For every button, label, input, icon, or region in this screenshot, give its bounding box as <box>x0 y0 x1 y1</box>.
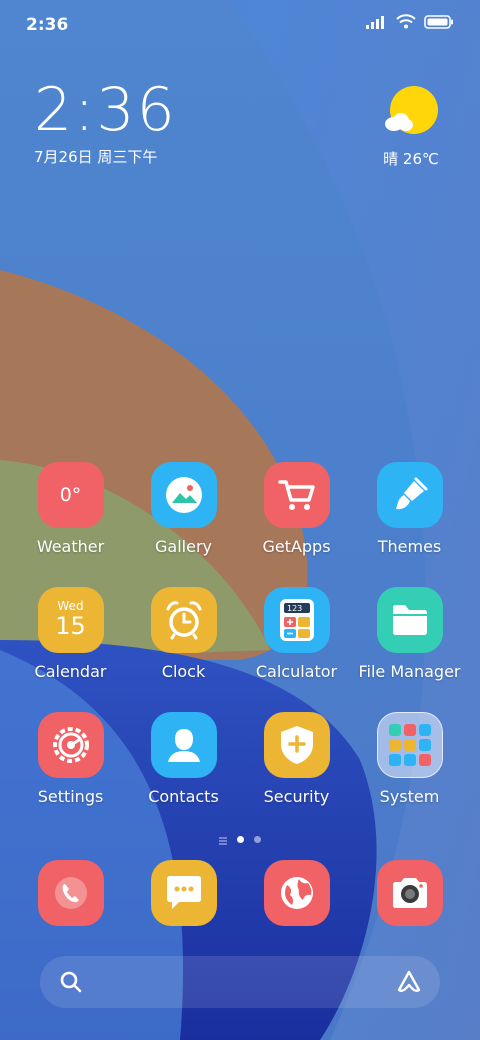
search-bar[interactable] <box>40 956 440 1008</box>
status-bar: 2:36 <box>0 0 480 50</box>
app-label: Themes <box>377 537 442 556</box>
paintbrush-icon <box>376 462 443 528</box>
app-security[interactable]: Security <box>240 712 353 806</box>
widget-time: 2:36 <box>34 75 177 145</box>
app-label: Settings <box>37 787 104 806</box>
dock-messages[interactable] <box>127 860 240 926</box>
weather-temperature: 26℃ <box>402 150 439 168</box>
folder-preview-icon <box>376 712 443 778</box>
phone-icon <box>37 860 104 926</box>
weather-app-icon: 0° <box>37 462 104 528</box>
weather-condition: 晴 <box>383 150 399 168</box>
clock-widget[interactable]: 2:36 7月26日 周三下午 <box>34 78 177 167</box>
app-calendar[interactable]: Wed 15 Calendar <box>14 587 127 681</box>
shopping-cart-icon <box>263 462 330 528</box>
app-getapps[interactable]: GetApps <box>240 462 353 556</box>
dock-phone[interactable] <box>14 860 127 926</box>
app-calculator[interactable]: 123 Calculator <box>240 587 353 681</box>
calculator-display: 123 <box>287 604 302 613</box>
app-label: System <box>379 787 440 806</box>
app-system-folder[interactable]: System <box>353 712 466 806</box>
gallery-icon <box>150 462 217 528</box>
app-label: Calculator <box>255 662 338 681</box>
person-icon <box>150 712 217 778</box>
feed-lines-icon <box>219 830 227 849</box>
calendar-day-number: 15 <box>55 612 86 640</box>
wifi-icon <box>396 14 416 33</box>
calculator-icon: 123 <box>263 587 330 653</box>
app-clock[interactable]: Clock <box>127 587 240 681</box>
dock-browser[interactable] <box>240 860 353 926</box>
signal-icon <box>366 14 388 33</box>
app-label: Security <box>263 787 330 806</box>
app-gallery[interactable]: Gallery <box>127 462 240 556</box>
app-themes[interactable]: Themes <box>353 462 466 556</box>
app-label: GetApps <box>262 537 331 556</box>
alarm-clock-icon <box>150 587 217 653</box>
dock-camera[interactable] <box>353 860 466 926</box>
weather-widget[interactable]: 晴 26℃ <box>376 84 446 169</box>
assistant-icon[interactable] <box>396 969 422 999</box>
widget-date: 7月26日 周三下午 <box>34 148 158 166</box>
shield-icon <box>263 712 330 778</box>
camera-icon <box>376 860 443 926</box>
weather-icon-temp: 0° <box>59 484 82 506</box>
app-contacts[interactable]: Contacts <box>127 712 240 806</box>
app-weather[interactable]: 0° Weather <box>14 462 127 556</box>
page-dot-active <box>237 836 244 843</box>
sunny-cloud-icon <box>382 86 440 144</box>
app-label: File Manager <box>358 662 461 681</box>
search-icon <box>60 971 82 997</box>
status-time: 2:36 <box>26 15 69 35</box>
gear-icon <box>37 712 104 778</box>
app-label: Gallery <box>155 537 212 556</box>
globe-icon <box>263 860 330 926</box>
app-file-manager[interactable]: File Manager <box>353 587 466 681</box>
calendar-day-name: Wed <box>57 599 84 613</box>
app-label: Weather <box>36 537 105 556</box>
app-settings[interactable]: Settings <box>14 712 127 806</box>
page-dot <box>254 836 261 843</box>
calendar-icon: Wed 15 <box>37 587 104 653</box>
app-label: Clock <box>161 662 206 681</box>
app-label: Calendar <box>34 662 107 681</box>
battery-icon <box>424 14 454 33</box>
message-bubble-icon <box>150 860 217 926</box>
folder-icon <box>376 587 443 653</box>
app-label: Contacts <box>148 787 219 806</box>
page-indicator[interactable] <box>0 830 480 849</box>
